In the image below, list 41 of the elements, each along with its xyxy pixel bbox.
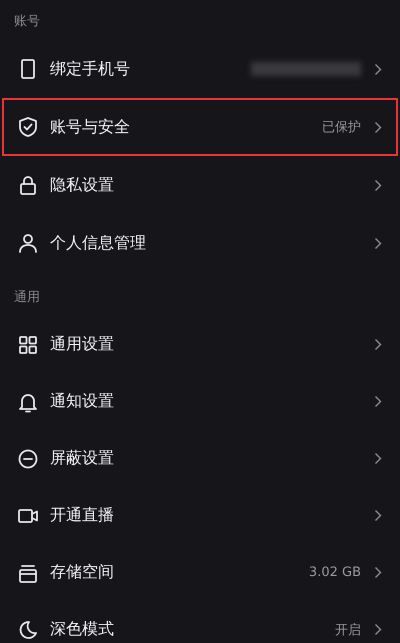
- settings-row[interactable]: 隐私设置: [2, 156, 398, 214]
- settings-row[interactable]: 存储空间 3.02 GB: [2, 544, 398, 601]
- settings-row[interactable]: 深色模式 开启: [2, 601, 398, 643]
- chevron-icon: [374, 178, 382, 192]
- setting-label: 屏蔽设置: [50, 448, 115, 469]
- chevron-icon: [374, 62, 382, 76]
- setting-value: 3.02 GB: [308, 565, 361, 580]
- settings-row[interactable]: 屏蔽设置: [2, 430, 398, 487]
- chevron-icon: [374, 338, 382, 351]
- settings-row[interactable]: 绑定手机号: [2, 40, 398, 98]
- setting-label: 个人信息管理: [50, 232, 147, 254]
- settings-row[interactable]: 个人信息管理: [2, 214, 398, 272]
- settings-row[interactable]: 通知设置: [2, 373, 398, 430]
- chevron-icon: [374, 623, 382, 636]
- setting-value: 开启: [335, 622, 361, 638]
- chevron-icon: [374, 509, 382, 522]
- setting-value: 已保护: [322, 119, 361, 136]
- block-icon: [17, 448, 39, 470]
- shield-icon: [17, 116, 39, 138]
- setting-label: 通用设置: [50, 334, 115, 355]
- settings-row[interactable]: 账号与安全 已保护: [2, 98, 398, 156]
- grid-icon: [17, 334, 39, 356]
- chevron-icon: [374, 236, 382, 250]
- setting-label: 通知设置: [50, 391, 115, 412]
- chevron-icon: [374, 566, 382, 579]
- settings-row[interactable]: 开通直播: [2, 487, 398, 544]
- setting-label: 账号与安全: [50, 116, 131, 138]
- setting-label: 绑定手机号: [50, 58, 131, 80]
- setting-label: 隐私设置: [50, 174, 115, 196]
- lock-icon: [17, 174, 39, 196]
- section-title: 通用: [14, 290, 40, 305]
- setting-label: 开通直播: [50, 505, 115, 526]
- setting-label: 深色模式: [50, 619, 115, 640]
- chevron-icon: [374, 395, 382, 408]
- chevron-icon: [374, 120, 382, 134]
- setting-label: 存储空间: [50, 562, 115, 583]
- section-title: 账号: [14, 14, 40, 29]
- person-icon: [17, 232, 39, 254]
- chevron-icon: [374, 452, 382, 465]
- moon-icon: [17, 618, 39, 640]
- settings-row[interactable]: 通用设置: [2, 316, 398, 373]
